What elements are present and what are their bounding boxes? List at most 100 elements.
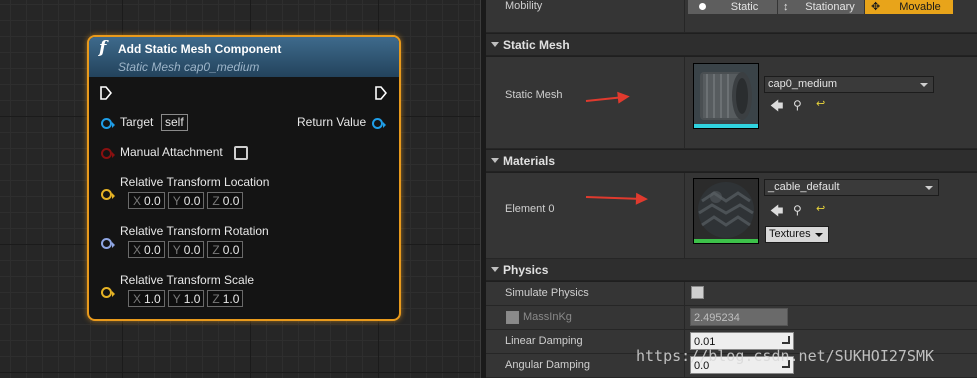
scale-z-value: 1.0: [222, 291, 240, 306]
manual-attachment-label: Manual Attachment: [120, 145, 223, 159]
rotation-z-field[interactable]: Z 0.0: [207, 241, 244, 258]
drag-handle-icon[interactable]: [782, 336, 790, 344]
browse-search-icon[interactable]: ⚲: [793, 98, 802, 112]
return-value-label: Return Value: [297, 115, 367, 129]
target-pin-icon[interactable]: [101, 118, 115, 129]
location-z-field[interactable]: Z 0.0: [207, 192, 244, 209]
node-subtitle: Static Mesh cap0_medium: [118, 60, 260, 74]
textures-button[interactable]: Textures: [765, 226, 829, 243]
simulate-physics-row: Simulate Physics: [486, 282, 977, 306]
physics-category[interactable]: Physics: [486, 259, 977, 281]
manual-attachment-checkbox[interactable]: [234, 146, 248, 160]
static-icon: [699, 3, 706, 10]
chevron-down-icon: [815, 233, 823, 237]
scale-x-value: 1.0: [144, 291, 161, 306]
rotation-y-value: 0.0: [183, 242, 201, 257]
static-mesh-category-label: Static Mesh: [503, 38, 570, 52]
mobility-static-label: Static: [730, 1, 759, 13]
mass-override-checkbox[interactable]: [506, 311, 519, 324]
mobility-stationary-button[interactable]: ↕ Stationary: [778, 0, 864, 14]
location-x-field[interactable]: X 0.0: [128, 192, 165, 209]
y-axis-label: Y: [172, 291, 181, 306]
mass-value: 2.495234: [694, 312, 740, 324]
scale-label: Relative Transform Scale: [120, 273, 255, 287]
rotation-y-field[interactable]: Y 0.0: [167, 241, 205, 258]
mobility-row: Mobility Static ↕ Stationary ✥ Movable: [486, 0, 977, 33]
x-axis-label: X: [133, 193, 142, 208]
chevron-down-icon: [920, 83, 928, 87]
material-value: _cable_default: [768, 181, 840, 193]
location-pin-row: Relative Transform Location X 0.0 Y 0.0 Z 0.0: [89, 175, 399, 215]
scale-y-value: 1.0: [183, 291, 201, 306]
simulate-physics-label: Simulate Physics: [505, 287, 589, 299]
static-mesh-category[interactable]: Static Mesh: [486, 34, 977, 56]
physics-category-label: Physics: [503, 263, 549, 277]
scale-x-field[interactable]: X 1.0: [128, 290, 165, 307]
scale-y-field[interactable]: Y 1.0: [167, 290, 205, 307]
rotation-label: Relative Transform Rotation: [120, 224, 269, 238]
static-mesh-dropdown[interactable]: cap0_medium: [764, 76, 934, 93]
browse-search-icon[interactable]: ⚲: [793, 203, 802, 217]
return-value-pin-icon[interactable]: [372, 118, 386, 129]
use-selected-arrow-icon[interactable]: 🡄: [770, 97, 783, 119]
z-axis-label: Z: [212, 193, 220, 208]
mass-label: MassInKg: [523, 311, 572, 323]
mass-row: MassInKg 2.495234: [486, 306, 977, 330]
material-thumbnail[interactable]: [693, 178, 759, 244]
movable-icon: ✥: [871, 1, 881, 13]
collapse-arrow-icon: [491, 158, 499, 163]
y-axis-label: Y: [172, 242, 181, 257]
mass-field[interactable]: 2.495234: [690, 308, 788, 326]
scale-z-field[interactable]: Z 1.0: [207, 290, 244, 307]
x-axis-label: X: [133, 291, 142, 306]
reset-to-default-icon[interactable]: ↩: [816, 202, 825, 215]
simulate-physics-checkbox[interactable]: [691, 286, 704, 299]
exec-out-pin-icon[interactable]: [375, 86, 387, 100]
rotation-z-value: 0.0: [222, 242, 240, 257]
linear-damping-label: Linear Damping: [505, 335, 583, 347]
rotation-x-field[interactable]: X 0.0: [128, 241, 165, 258]
mobility-movable-button[interactable]: ✥ Movable: [865, 0, 953, 14]
textures-button-label: Textures: [769, 228, 811, 240]
material-sphere-icon: [694, 179, 758, 243]
static-mesh-thumbnail[interactable]: [693, 63, 759, 129]
angular-damping-label: Angular Damping: [505, 359, 590, 371]
collapse-arrow-icon: [491, 42, 499, 47]
exec-in-pin-icon[interactable]: [100, 86, 112, 100]
use-selected-arrow-icon[interactable]: 🡄: [770, 202, 783, 224]
location-y-field[interactable]: Y 0.0: [167, 192, 205, 209]
manual-attachment-pin-icon[interactable]: [101, 148, 115, 159]
node-header[interactable]: f Add Static Mesh Component Static Mesh …: [89, 37, 399, 77]
location-label: Relative Transform Location: [120, 175, 270, 189]
manual-attachment-pin-row: Manual Attachment: [89, 143, 399, 163]
static-mesh-label: Static Mesh: [505, 89, 563, 101]
location-y-value: 0.0: [183, 193, 201, 208]
y-axis-label: Y: [172, 193, 181, 208]
location-vector: X 0.0 Y 0.0 Z 0.0: [128, 192, 246, 209]
location-x-value: 0.0: [144, 193, 161, 208]
location-pin-icon[interactable]: [101, 189, 115, 200]
collapse-arrow-icon: [491, 267, 499, 272]
static-mesh-row: Static Mesh cap0_medium 🡄 ⚲ ↩: [486, 57, 977, 149]
mobility-label: Mobility: [505, 0, 543, 12]
static-mesh-value: cap0_medium: [768, 78, 838, 90]
add-static-mesh-component-node[interactable]: f Add Static Mesh Component Static Mesh …: [87, 35, 401, 321]
stationary-icon: ↕: [783, 1, 789, 13]
scale-pin-icon[interactable]: [101, 287, 115, 298]
cylinder-mesh-icon: [694, 64, 758, 128]
scale-vector: X 1.0 Y 1.0 Z 1.0: [128, 290, 246, 307]
node-title: Add Static Mesh Component: [118, 42, 282, 56]
target-pin-row: Target self Return Value: [89, 113, 399, 133]
location-z-value: 0.0: [222, 193, 240, 208]
mobility-static-button[interactable]: Static: [688, 0, 777, 14]
scale-pin-row: Relative Transform Scale X 1.0 Y 1.0 Z 1.0: [89, 273, 399, 313]
watermark: https://blog.csdn.net/SUKHOI27SMK: [636, 347, 935, 365]
materials-category[interactable]: Materials: [486, 150, 977, 172]
function-icon: f: [99, 38, 107, 58]
rotation-pin-icon[interactable]: [101, 238, 115, 249]
reset-to-default-icon[interactable]: ↩: [816, 97, 825, 110]
material-dropdown[interactable]: _cable_default: [764, 179, 939, 196]
target-self-value[interactable]: self: [161, 114, 188, 131]
rotation-pin-row: Relative Transform Rotation X 0.0 Y 0.0 Z 0.0: [89, 224, 399, 264]
z-axis-label: Z: [212, 242, 220, 257]
